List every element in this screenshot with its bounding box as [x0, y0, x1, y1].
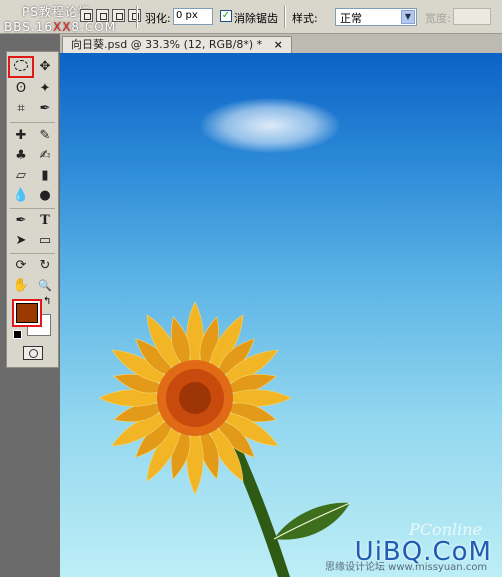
elliptical-marquee-tool[interactable]: [8, 56, 34, 78]
watermark-top-line2: BBS.16XX8.COM: [4, 20, 117, 34]
divider: [10, 253, 55, 254]
add-selection-button[interactable]: [96, 9, 109, 22]
3d-orbit-tool[interactable]: ↻: [35, 256, 55, 276]
style-label: 样式:: [292, 12, 318, 25]
feather-input[interactable]: 0 px: [173, 8, 213, 25]
divider: [284, 6, 286, 28]
subtract-selection-button[interactable]: [112, 9, 125, 22]
new-selection-button[interactable]: [80, 9, 93, 22]
pen-tool[interactable]: ✒: [11, 211, 31, 231]
flower-center-inner: [179, 382, 211, 414]
clone-stamp-tool[interactable]: ♣: [11, 146, 31, 166]
divider: [10, 122, 55, 123]
shape-tool[interactable]: ▭: [35, 231, 55, 251]
chevron-down-icon[interactable]: ▼: [401, 10, 415, 24]
feather-label: 羽化:: [145, 12, 171, 25]
document-tab-title: 向日葵.psd @ 33.3% (12, RGB/8*) *: [71, 38, 263, 51]
style-select-value: 正常: [340, 12, 362, 25]
eyedropper-tool[interactable]: ✒: [35, 99, 55, 119]
path-selection-tool[interactable]: ➤: [11, 231, 31, 251]
width-label: 宽度:: [425, 12, 451, 25]
close-icon[interactable]: ×: [274, 38, 283, 51]
zoom-tool[interactable]: 🔍: [35, 276, 55, 296]
document-tab[interactable]: 向日葵.psd @ 33.3% (12, RGB/8*) * ×: [62, 36, 292, 53]
selection-mode-buttons: [80, 9, 141, 22]
swap-colors-icon[interactable]: ↰: [43, 296, 51, 307]
intersect-selection-button[interactable]: [128, 9, 141, 22]
sunflower-image: [98, 301, 351, 577]
foreground-color-swatch[interactable]: [16, 303, 38, 323]
3d-rotate-tool[interactable]: ⟳: [11, 256, 31, 276]
ellipse-icon: [14, 60, 28, 71]
options-bar: PS教程论坛 BBS.16XX8.COM 羽化: 0 px ✓ 消除锯齿 样式:…: [0, 0, 502, 34]
history-brush-tool[interactable]: ✍: [35, 146, 55, 166]
document-canvas[interactable]: PConline UiBQ.CoM 思缘设计论坛 www.missyuan.co…: [60, 53, 502, 577]
foreground-highlight: [12, 299, 42, 327]
healing-brush-tool[interactable]: ✚: [11, 126, 31, 146]
antialias-checkbox[interactable]: ✓: [220, 10, 232, 22]
default-colors-icon[interactable]: [13, 330, 22, 339]
move-tool[interactable]: ✥: [35, 57, 55, 77]
tools-panel: ✥ ʘ ✦ ⌗ ✒ ✚ ✎ ♣ ✍ ▱ ▮ 💧 ● ✒ T ➤ ▭ ⟳ ↻ ✋ …: [6, 51, 59, 368]
magic-wand-tool[interactable]: ✦: [35, 79, 55, 99]
footer-watermark: 思缘设计论坛 www.missyuan.com: [325, 562, 488, 573]
divider: [10, 208, 55, 209]
document-tab-bar: 向日葵.psd @ 33.3% (12, RGB/8*) * ×: [60, 34, 502, 53]
eraser-tool[interactable]: ▱: [11, 166, 31, 186]
brush-tool[interactable]: ✎: [35, 126, 55, 146]
style-select[interactable]: 正常 ▼: [335, 8, 417, 26]
type-tool[interactable]: T: [35, 211, 55, 231]
antialias-label: 消除锯齿: [234, 12, 278, 25]
blur-tool[interactable]: 💧: [11, 186, 31, 206]
width-input: [453, 8, 491, 25]
gradient-tool[interactable]: ▮: [35, 166, 55, 186]
lasso-tool[interactable]: ʘ: [11, 79, 31, 99]
divider: [136, 6, 138, 28]
quick-mask-button[interactable]: [23, 346, 43, 360]
hand-tool[interactable]: ✋: [11, 276, 31, 296]
crop-tool[interactable]: ⌗: [11, 99, 31, 119]
dodge-tool[interactable]: ●: [35, 186, 55, 206]
